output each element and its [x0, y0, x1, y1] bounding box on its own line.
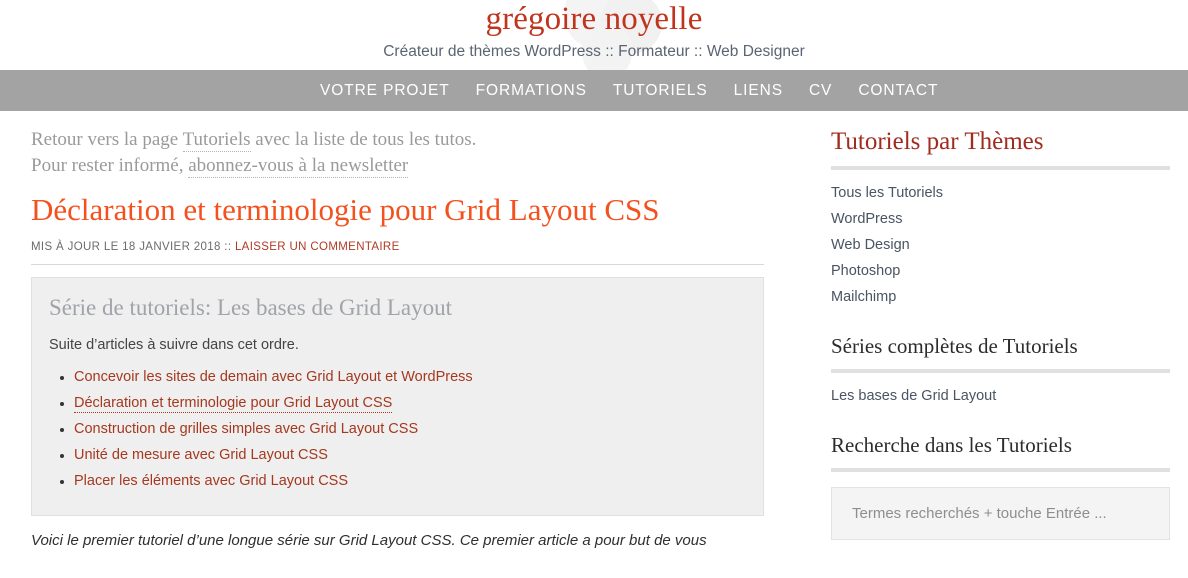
entry-meta-date: MIS À JOUR LE 18 JANVIER 2018 :: [31, 241, 232, 253]
sidebar-item-tous-les-tutoriels[interactable]: Tous les Tutoriels [831, 185, 943, 201]
entry-meta: MIS À JOUR LE 18 JANVIER 2018 :: LAISSER… [31, 240, 764, 254]
main-content: Retour vers la page Tutoriels avec la li… [31, 127, 764, 552]
list-item: Les bases de Grid Layout [831, 383, 1170, 409]
widget-title: Tutoriels par Thèmes [831, 128, 1044, 155]
widget-tutoriels-par-themes: Tutoriels par Thèmes Tous les Tutoriels … [831, 127, 1170, 310]
widget-recherche: Recherche dans les Tutoriels [831, 432, 1170, 540]
list-item: Web Design [831, 232, 1170, 258]
widget-title: Recherche dans les Tutoriels [831, 433, 1072, 457]
intro-line-2: Pour rester informé, abonnez-vous à la n… [31, 153, 764, 179]
intro-line-1: Retour vers la page Tutoriels avec la li… [31, 127, 764, 153]
widget-list: Tous les Tutoriels WordPress Web Design … [831, 180, 1170, 310]
sidebar-item-web-design[interactable]: Web Design [831, 237, 910, 253]
series-link-1[interactable]: Concevoir les sites de demain avec Grid … [74, 369, 473, 385]
site-header: grégoire noyelle Créateur de thèmes Word… [0, 0, 1188, 70]
list-item: Tous les Tutoriels [831, 180, 1170, 206]
series-box-title: Série de tutoriels: Les bases de Grid La… [49, 295, 453, 320]
sidebar-item-photoshop[interactable]: Photoshop [831, 263, 900, 279]
nav-item-contact[interactable]: CONTACT [858, 82, 938, 100]
search-input[interactable] [831, 487, 1170, 540]
widget-series-completes: Séries complètes de Tutoriels Les bases … [831, 333, 1170, 409]
leave-comment-link[interactable]: LAISSER UN COMMENTAIRE [235, 241, 400, 253]
intro-line-1-before: Retour vers la page [31, 129, 183, 150]
entry-lead-paragraph: Voici le premier tutoriel d’une longue s… [31, 532, 707, 549]
series-box-intro: Suite d’articles à suivre dans cet ordre… [49, 337, 299, 353]
intro-line-1-after: avec la liste de tous les tutos. [250, 129, 477, 150]
main-navigation: VOTRE PROJET FORMATIONS TUTORIELS LIENS … [0, 70, 1188, 111]
list-item: Concevoir les sites de demain avec Grid … [74, 367, 743, 387]
list-item: Construction de grilles simples avec Gri… [74, 419, 743, 439]
nav-item-votre-projet[interactable]: VOTRE PROJET [320, 82, 450, 100]
nav-item-cv[interactable]: CV [809, 82, 832, 100]
series-link-4[interactable]: Unité de mesure avec Grid Layout CSS [74, 447, 328, 463]
site-title[interactable]: grégoire noyelle [0, 0, 1188, 37]
site-tagline: Créateur de thèmes WordPress :: Formateu… [383, 43, 805, 60]
list-item: Déclaration et terminologie pour Grid La… [74, 393, 743, 413]
intro-tutoriels-link[interactable]: Tutoriels [182, 129, 251, 152]
widget-list: Les bases de Grid Layout [831, 383, 1170, 409]
sidebar-item-les-bases-de-grid-layout[interactable]: Les bases de Grid Layout [831, 388, 996, 404]
list-item: WordPress [831, 206, 1170, 232]
series-list: Concevoir les sites de demain avec Grid … [49, 367, 743, 491]
widget-divider [831, 369, 1170, 373]
intro-newsletter-link[interactable]: abonnez-vous à la newsletter [188, 155, 409, 178]
list-item: Placer les éléments avec Grid Layout CSS [74, 471, 743, 491]
nav-item-liens[interactable]: LIENS [734, 82, 783, 100]
sidebar: Tutoriels par Thèmes Tous les Tutoriels … [831, 127, 1170, 552]
list-item: Mailchimp [831, 284, 1170, 310]
series-callout-box: Série de tutoriels: Les bases de Grid La… [31, 277, 764, 516]
nav-item-formations[interactable]: FORMATIONS [476, 82, 587, 100]
sidebar-item-wordpress[interactable]: WordPress [831, 211, 902, 227]
meta-divider [31, 264, 764, 265]
sidebar-item-mailchimp[interactable]: Mailchimp [831, 289, 896, 305]
series-link-3[interactable]: Construction de grilles simples avec Gri… [74, 421, 418, 437]
series-link-5[interactable]: Placer les éléments avec Grid Layout CSS [74, 473, 348, 489]
widget-divider [831, 468, 1170, 472]
page-title: Déclaration et terminologie pour Grid La… [31, 192, 660, 227]
list-item: Unité de mesure avec Grid Layout CSS [74, 445, 743, 465]
widget-divider [831, 166, 1170, 170]
series-link-2-current[interactable]: Déclaration et terminologie pour Grid La… [74, 395, 393, 413]
intro-block: Retour vers la page Tutoriels avec la li… [31, 127, 764, 179]
intro-line-2-before: Pour rester informé, [31, 155, 189, 176]
list-item: Photoshop [831, 258, 1170, 284]
nav-item-tutoriels[interactable]: TUTORIELS [613, 82, 708, 100]
page-wrapper: Retour vers la page Tutoriels avec la li… [0, 111, 1188, 552]
widget-title: Séries complètes de Tutoriels [831, 334, 1078, 358]
